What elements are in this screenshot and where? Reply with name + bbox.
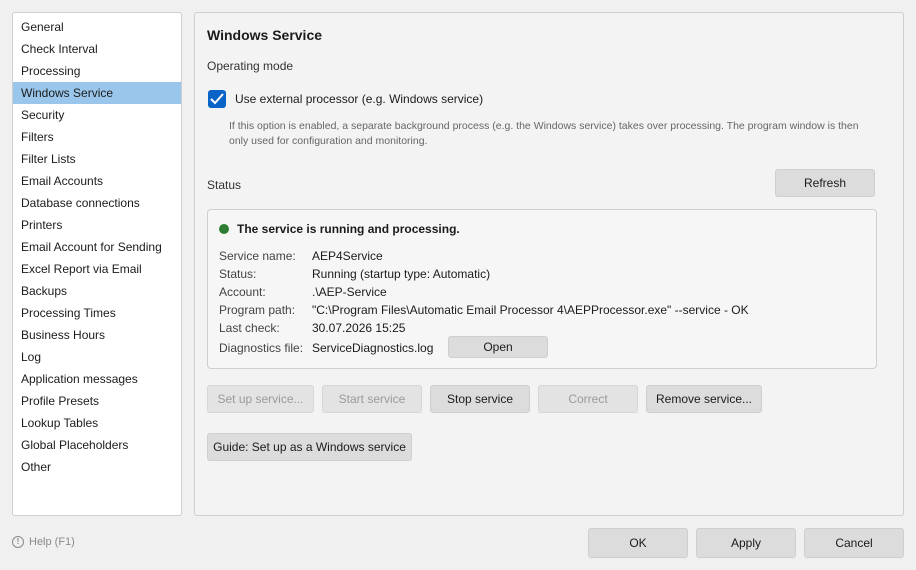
service-name-key: Service name: <box>219 249 296 263</box>
account-value: .\AEP-Service <box>312 285 387 299</box>
sidebar-item-database-connections[interactable]: Database connections <box>13 192 181 214</box>
sidebar-item-log[interactable]: Log <box>13 346 181 368</box>
sidebar-item-general[interactable]: General <box>13 16 181 38</box>
use-external-hint: If this option is enabled, a separate ba… <box>229 120 859 147</box>
sidebar-item-global-placeholders[interactable]: Global Placeholders <box>13 434 181 456</box>
sidebar-item-backups[interactable]: Backups <box>13 280 181 302</box>
service-name-row: Service name: AEP4Service <box>219 249 383 263</box>
account-row: Account: .\AEP-Service <box>219 285 387 299</box>
sidebar-item-lookup-tables[interactable]: Lookup Tables <box>13 412 181 434</box>
apply-button[interactable]: Apply <box>696 528 796 558</box>
start-service-button[interactable]: Start service <box>322 385 422 413</box>
diagnostics-row: Diagnostics file: ServiceDiagnostics.log <box>219 341 433 355</box>
sidebar-item-business-hours[interactable]: Business Hours <box>13 324 181 346</box>
stop-service-button[interactable]: Stop service <box>430 385 530 413</box>
sidebar-item-filters[interactable]: Filters <box>13 126 181 148</box>
last-check-key: Last check: <box>219 321 280 335</box>
status-label: Status <box>207 178 242 192</box>
setup-guide-button[interactable]: Guide: Set up as a Windows service <box>207 433 412 461</box>
sidebar-item-other[interactable]: Other <box>13 456 181 478</box>
settings-panel: Windows Service Operating mode Use exter… <box>194 12 904 516</box>
last-check-value: 30.07.2026 15:25 <box>312 321 406 335</box>
operating-mode-label: Operating mode <box>207 59 294 73</box>
status-indicator-icon <box>219 224 229 234</box>
sidebar-item-excel-report-via-email[interactable]: Excel Report via Email <box>13 258 181 280</box>
sidebar-item-application-messages[interactable]: Application messages <box>13 368 181 390</box>
sidebar-item-check-interval[interactable]: Check Interval <box>13 38 181 60</box>
sidebar-item-processing-times[interactable]: Processing Times <box>13 302 181 324</box>
diagnostics-key: Diagnostics file: <box>219 341 304 355</box>
use-external-label: Use external processor (e.g. Windows ser… <box>235 92 484 106</box>
status-key: Status: <box>219 267 257 281</box>
sidebar-item-processing[interactable]: Processing <box>13 60 181 82</box>
sidebar-item-email-account-for-sending[interactable]: Email Account for Sending <box>13 236 181 258</box>
diagnostics-value: ServiceDiagnostics.log <box>312 341 434 355</box>
status-value: Running (startup type: Automatic) <box>312 267 491 281</box>
service-name-value: AEP4Service <box>312 249 383 263</box>
account-key: Account: <box>219 285 266 299</box>
clock-icon: ! <box>12 536 24 549</box>
program-path-key: Program path: <box>219 303 296 317</box>
open-diagnostics-button[interactable]: Open <box>448 336 548 358</box>
help-label: Help (F1) <box>29 536 75 548</box>
cancel-button[interactable]: Cancel <box>804 528 904 558</box>
help-link[interactable]: ! Help (F1) <box>12 536 75 549</box>
sidebar-item-filter-lists[interactable]: Filter Lists <box>13 148 181 170</box>
settings-nav-list: General Check Interval Processing Windows S… <box>13 13 181 478</box>
sidebar-item-email-accounts[interactable]: Email Accounts <box>13 170 181 192</box>
status-row: Status: Running (startup type: Automatic) <box>219 267 490 281</box>
sidebar-item-security[interactable]: Security <box>13 104 181 126</box>
remove-service-button[interactable]: Remove service... <box>646 385 762 413</box>
program-path-row: Program path: "C:\Program Files\Automatic… <box>219 303 749 317</box>
page-title: Windows Service <box>207 27 323 43</box>
last-check-row: Last check: 30.07.2026 15:25 <box>219 321 405 335</box>
checkmark-icon <box>210 93 224 105</box>
status-box: The service is running and processing. S… <box>207 209 877 369</box>
setup-service-button[interactable]: Set up service... <box>207 385 314 413</box>
sidebar-item-profile-presets[interactable]: Profile Presets <box>13 390 181 412</box>
refresh-button[interactable]: Refresh <box>775 169 875 197</box>
sidebar-item-printers[interactable]: Printers <box>13 214 181 236</box>
use-external-checkbox[interactable] <box>208 90 226 108</box>
settings-sidebar: General Check Interval Processing Windows S… <box>12 12 182 516</box>
correct-button[interactable]: Correct <box>538 385 638 413</box>
sidebar-item-windows-service[interactable]: Windows Service <box>13 82 181 104</box>
ok-button[interactable]: OK <box>588 528 688 558</box>
status-headline: The service is running and processing. <box>237 222 460 236</box>
program-path-value: "C:\Program Files\Automatic Email Proces… <box>312 303 749 317</box>
